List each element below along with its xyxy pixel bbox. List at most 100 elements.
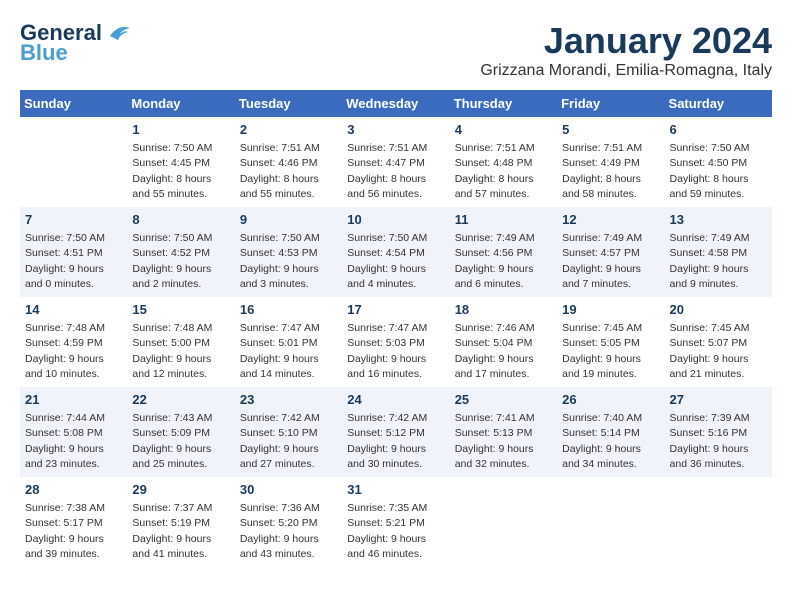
weekday-header: Sunday <box>20 90 127 117</box>
day-info: Sunrise: 7:49 AM Sunset: 4:56 PM Dayligh… <box>455 231 552 292</box>
calendar-cell <box>450 477 557 567</box>
day-number: 22 <box>132 391 229 409</box>
day-number: 28 <box>25 481 122 499</box>
day-info: Sunrise: 7:50 AM Sunset: 4:50 PM Dayligh… <box>670 141 767 202</box>
day-info: Sunrise: 7:47 AM Sunset: 5:01 PM Dayligh… <box>240 321 337 382</box>
title-block: January 2024 Grizzana Morandi, Emilia-Ro… <box>480 20 772 80</box>
day-info: Sunrise: 7:49 AM Sunset: 4:57 PM Dayligh… <box>562 231 659 292</box>
day-number: 24 <box>347 391 444 409</box>
calendar-cell: 29Sunrise: 7:37 AM Sunset: 5:19 PM Dayli… <box>127 477 234 567</box>
day-info: Sunrise: 7:39 AM Sunset: 5:16 PM Dayligh… <box>670 411 767 472</box>
day-number: 10 <box>347 211 444 229</box>
day-number: 13 <box>670 211 767 229</box>
day-number: 14 <box>25 301 122 319</box>
day-info: Sunrise: 7:50 AM Sunset: 4:51 PM Dayligh… <box>25 231 122 292</box>
day-number: 30 <box>240 481 337 499</box>
calendar-cell: 27 Sunrise: 7:39 AM Sunset: 5:16 PM Dayli… <box>665 387 772 477</box>
calendar-cell: 7Sunrise: 7:50 AM Sunset: 4:51 PM Daylig… <box>20 207 127 297</box>
calendar-week-row: 1 Sunrise: 7:50 AM Sunset: 4:45 PM Daylig… <box>20 117 772 207</box>
day-info: Sunrise: 7:48 AM Sunset: 4:59 PM Dayligh… <box>25 321 122 382</box>
day-number: 23 <box>240 391 337 409</box>
calendar-cell: 6 Sunrise: 7:50 AM Sunset: 4:50 PM Daylig… <box>665 117 772 207</box>
day-info: Sunrise: 7:50 AM Sunset: 4:53 PM Dayligh… <box>240 231 337 292</box>
calendar-cell: 28 Sunrise: 7:38 AM Sunset: 5:17 PM Dayli… <box>20 477 127 567</box>
day-number: 2 <box>240 121 337 139</box>
calendar-cell: 14 Sunrise: 7:48 AM Sunset: 4:59 PM Dayli… <box>20 297 127 387</box>
calendar-cell: 22 Sunrise: 7:43 AM Sunset: 5:09 PM Dayli… <box>127 387 234 477</box>
calendar-cell: 2 Sunrise: 7:51 AM Sunset: 4:46 PM Daylig… <box>235 117 342 207</box>
day-info: Sunrise: 7:42 AM Sunset: 5:10 PM Dayligh… <box>240 411 337 472</box>
day-number: 8 <box>132 211 229 229</box>
calendar-cell: 31 Sunrise: 7:35 AM Sunset: 5:21 PM Dayli… <box>342 477 449 567</box>
weekday-header: Friday <box>557 90 664 117</box>
day-info: Sunrise: 7:45 AM Sunset: 5:05 PM Dayligh… <box>562 321 659 382</box>
calendar-week-row: 14 Sunrise: 7:48 AM Sunset: 4:59 PM Dayli… <box>20 297 772 387</box>
day-number: 25 <box>455 391 552 409</box>
calendar-cell: 13 Sunrise: 7:49 AM Sunset: 4:58 PM Dayli… <box>665 207 772 297</box>
logo-bird-icon <box>104 22 132 44</box>
weekday-header: Thursday <box>450 90 557 117</box>
day-info: Sunrise: 7:48 AM Sunset: 5:00 PM Dayligh… <box>132 321 229 382</box>
calendar-cell: 9 Sunrise: 7:50 AM Sunset: 4:53 PM Daylig… <box>235 207 342 297</box>
day-info: Sunrise: 7:41 AM Sunset: 5:13 PM Dayligh… <box>455 411 552 472</box>
day-number: 26 <box>562 391 659 409</box>
calendar-cell <box>665 477 772 567</box>
day-info: Sunrise: 7:49 AM Sunset: 4:58 PM Dayligh… <box>670 231 767 292</box>
day-info: Sunrise: 7:44 AM Sunset: 5:08 PM Dayligh… <box>25 411 122 472</box>
logo-blue: Blue <box>20 40 68 66</box>
calendar-cell: 8 Sunrise: 7:50 AM Sunset: 4:52 PM Daylig… <box>127 207 234 297</box>
logo: General Blue <box>20 20 132 66</box>
calendar-cell: 17 Sunrise: 7:47 AM Sunset: 5:03 PM Dayli… <box>342 297 449 387</box>
calendar-week-row: 21 Sunrise: 7:44 AM Sunset: 5:08 PM Dayli… <box>20 387 772 477</box>
day-info: Sunrise: 7:51 AM Sunset: 4:48 PM Dayligh… <box>455 141 552 202</box>
day-number: 18 <box>455 301 552 319</box>
weekday-header: Monday <box>127 90 234 117</box>
calendar-cell: 15Sunrise: 7:48 AM Sunset: 5:00 PM Dayli… <box>127 297 234 387</box>
day-number: 1 <box>132 121 229 139</box>
day-number: 21 <box>25 391 122 409</box>
weekday-header: Saturday <box>665 90 772 117</box>
calendar-cell: 19 Sunrise: 7:45 AM Sunset: 5:05 PM Dayli… <box>557 297 664 387</box>
day-info: Sunrise: 7:50 AM Sunset: 4:52 PM Dayligh… <box>132 231 229 292</box>
day-number: 31 <box>347 481 444 499</box>
calendar-cell: 4 Sunrise: 7:51 AM Sunset: 4:48 PM Daylig… <box>450 117 557 207</box>
calendar-cell: 25 Sunrise: 7:41 AM Sunset: 5:13 PM Dayli… <box>450 387 557 477</box>
day-number: 12 <box>562 211 659 229</box>
calendar-cell: 23 Sunrise: 7:42 AM Sunset: 5:10 PM Dayli… <box>235 387 342 477</box>
calendar-cell: 26 Sunrise: 7:40 AM Sunset: 5:14 PM Dayli… <box>557 387 664 477</box>
day-number: 19 <box>562 301 659 319</box>
day-info: Sunrise: 7:51 AM Sunset: 4:46 PM Dayligh… <box>240 141 337 202</box>
day-info: Sunrise: 7:50 AM Sunset: 4:45 PM Dayligh… <box>132 141 229 202</box>
day-info: Sunrise: 7:40 AM Sunset: 5:14 PM Dayligh… <box>562 411 659 472</box>
calendar-cell: 16 Sunrise: 7:47 AM Sunset: 5:01 PM Dayli… <box>235 297 342 387</box>
calendar-cell: 24 Sunrise: 7:42 AM Sunset: 5:12 PM Dayli… <box>342 387 449 477</box>
calendar-week-row: 28 Sunrise: 7:38 AM Sunset: 5:17 PM Dayli… <box>20 477 772 567</box>
day-number: 6 <box>670 121 767 139</box>
day-number: 9 <box>240 211 337 229</box>
weekday-header: Wednesday <box>342 90 449 117</box>
day-info: Sunrise: 7:51 AM Sunset: 4:47 PM Dayligh… <box>347 141 444 202</box>
day-info: Sunrise: 7:43 AM Sunset: 5:09 PM Dayligh… <box>132 411 229 472</box>
calendar-cell: 10Sunrise: 7:50 AM Sunset: 4:54 PM Dayli… <box>342 207 449 297</box>
calendar-table: SundayMondayTuesdayWednesdayThursdayFrid… <box>20 90 772 567</box>
day-info: Sunrise: 7:35 AM Sunset: 5:21 PM Dayligh… <box>347 501 444 562</box>
day-info: Sunrise: 7:38 AM Sunset: 5:17 PM Dayligh… <box>25 501 122 562</box>
day-number: 29 <box>132 481 229 499</box>
day-number: 27 <box>670 391 767 409</box>
day-number: 5 <box>562 121 659 139</box>
header-row: SundayMondayTuesdayWednesdayThursdayFrid… <box>20 90 772 117</box>
calendar-cell: 18Sunrise: 7:46 AM Sunset: 5:04 PM Dayli… <box>450 297 557 387</box>
calendar-cell <box>20 117 127 207</box>
calendar-cell: 20 Sunrise: 7:45 AM Sunset: 5:07 PM Dayli… <box>665 297 772 387</box>
calendar-cell: 5Sunrise: 7:51 AM Sunset: 4:49 PM Daylig… <box>557 117 664 207</box>
subtitle: Grizzana Morandi, Emilia-Romagna, Italy <box>480 62 772 80</box>
day-info: Sunrise: 7:42 AM Sunset: 5:12 PM Dayligh… <box>347 411 444 472</box>
day-number: 16 <box>240 301 337 319</box>
day-number: 17 <box>347 301 444 319</box>
day-info: Sunrise: 7:45 AM Sunset: 5:07 PM Dayligh… <box>670 321 767 382</box>
weekday-header: Tuesday <box>235 90 342 117</box>
day-number: 4 <box>455 121 552 139</box>
day-info: Sunrise: 7:47 AM Sunset: 5:03 PM Dayligh… <box>347 321 444 382</box>
day-number: 11 <box>455 211 552 229</box>
day-number: 20 <box>670 301 767 319</box>
